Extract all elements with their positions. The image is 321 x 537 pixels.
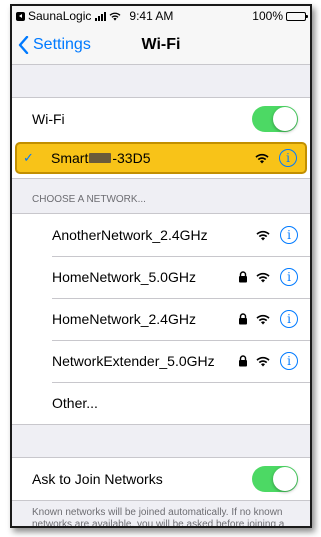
connected-network-prefix: Smart — [51, 150, 89, 166]
ask-to-join-toggle[interactable] — [252, 466, 298, 492]
network-name: HomeNetwork_5.0GHz — [52, 269, 196, 285]
status-time: 9:41 AM — [129, 9, 174, 23]
info-icon[interactable]: i — [280, 268, 298, 286]
checkmark-icon: ✓ — [23, 150, 34, 165]
ask-to-join-section: Ask to Join Networks — [12, 457, 310, 501]
toggle-knob — [273, 467, 297, 491]
network-name: Other... — [52, 395, 98, 411]
network-row[interactable]: HomeNetwork_5.0GHz i — [12, 256, 310, 298]
wifi-toggle[interactable] — [252, 106, 298, 132]
back-arrow-icon — [16, 11, 25, 21]
back-to-app[interactable]: SaunaLogic — [16, 9, 91, 23]
info-icon[interactable]: i — [280, 352, 298, 370]
wifi-signal-icon — [255, 153, 269, 164]
toggle-knob — [273, 107, 297, 131]
lock-icon — [239, 313, 247, 325]
wifi-signal-icon — [256, 230, 270, 241]
ask-to-join-note: Known networks will be joined automatica… — [32, 507, 285, 528]
battery-percent: 100% — [252, 9, 283, 23]
status-wifi-icon — [109, 12, 121, 21]
redacted-text — [89, 153, 112, 163]
battery-icon — [286, 11, 308, 21]
navigation-bar: Settings Wi-Fi — [12, 26, 310, 65]
back-button[interactable]: Settings — [18, 36, 91, 54]
phone-frame: SaunaLogic 9:41 AM 100% Settings Wi-Fi W… — [10, 4, 312, 528]
info-icon[interactable]: i — [279, 149, 297, 167]
network-name: NetworkExtender_5.0GHz — [52, 353, 215, 369]
chevron-left-icon — [18, 36, 29, 54]
wifi-toggle-label: Wi-Fi — [32, 111, 65, 127]
wifi-toggle-row: Wi-Fi — [12, 98, 310, 140]
connected-network-suffix: -33D5 — [112, 150, 151, 166]
back-button-label: Settings — [33, 36, 91, 53]
network-row[interactable]: NetworkExtender_5.0GHz i — [12, 340, 310, 382]
info-icon[interactable]: i — [280, 226, 298, 244]
network-name: AnotherNetwork_2.4GHz — [52, 227, 208, 243]
ask-to-join-label: Ask to Join Networks — [32, 471, 163, 487]
network-row[interactable]: AnotherNetwork_2.4GHz i — [12, 214, 310, 256]
status-bar: SaunaLogic 9:41 AM 100% — [12, 6, 310, 26]
ask-to-join-row: Ask to Join Networks — [12, 458, 310, 500]
wifi-signal-icon — [256, 314, 270, 325]
lock-icon — [239, 355, 247, 367]
wifi-section: Wi-Fi ✓ Smart -33D5 i — [12, 97, 310, 179]
signal-bars-icon — [95, 11, 107, 21]
lock-icon — [239, 271, 247, 283]
network-list: AnotherNetwork_2.4GHz i HomeNetwork_5.0GHz… — [12, 213, 310, 425]
back-app-name: SaunaLogic — [28, 9, 92, 23]
network-name: HomeNetwork_2.4GHz — [52, 311, 196, 327]
info-icon[interactable]: i — [280, 310, 298, 328]
connected-network-name: Smart -33D5 — [51, 150, 150, 166]
choose-network-header: CHOOSE A NETWORK... — [32, 194, 146, 205]
other-network-row[interactable]: Other... — [12, 382, 310, 424]
wifi-signal-icon — [256, 272, 270, 283]
wifi-signal-icon — [256, 356, 270, 367]
network-row[interactable]: HomeNetwork_2.4GHz i — [12, 298, 310, 340]
connected-network-row[interactable]: ✓ Smart -33D5 i — [15, 142, 307, 174]
